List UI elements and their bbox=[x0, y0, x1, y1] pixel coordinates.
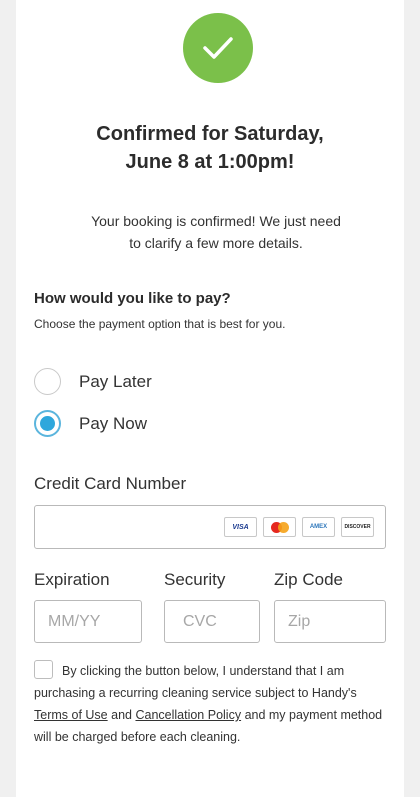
confirmation-message-line1: Your booking is confirmed! We just need bbox=[91, 213, 341, 229]
amex-icon: AMEX bbox=[302, 517, 335, 537]
checkmark-icon bbox=[203, 37, 233, 59]
terms-text-part1: By clicking the button below, I understa… bbox=[34, 664, 357, 700]
security-cvc-input[interactable] bbox=[164, 600, 260, 643]
terms-checkbox[interactable] bbox=[34, 660, 53, 679]
card-number-label: Credit Card Number bbox=[34, 474, 187, 493]
confirmation-title: Confirmed for Saturday, June 8 at 1:00pm… bbox=[16, 120, 404, 176]
pay-later-option[interactable]: Pay Later bbox=[34, 368, 152, 395]
payment-subheading: Choose the payment option that is best f… bbox=[34, 317, 286, 331]
mastercard-icon bbox=[263, 517, 296, 537]
confirmation-title-line2: June 8 at 1:00pm! bbox=[125, 151, 295, 173]
terms-agreement: By clicking the button below, I understa… bbox=[34, 660, 390, 748]
payment-heading: How would you like to pay? bbox=[34, 290, 231, 307]
visa-icon: VISA bbox=[224, 517, 257, 537]
card-brand-icons: VISA AMEX DISCOVER bbox=[224, 517, 374, 537]
discover-icon: DISCOVER bbox=[341, 517, 374, 537]
zip-code-label: Zip Code bbox=[274, 570, 343, 589]
confirmation-message-line2: to clarify a few more details. bbox=[129, 235, 303, 251]
expiration-label: Expiration bbox=[34, 570, 110, 589]
zip-code-input[interactable] bbox=[274, 600, 386, 643]
terms-of-use-link[interactable]: Terms of Use bbox=[34, 708, 108, 722]
pay-now-radio[interactable] bbox=[34, 410, 61, 437]
cancellation-policy-link[interactable]: Cancellation Policy bbox=[135, 708, 241, 722]
confirmation-title-line1: Confirmed for Saturday, bbox=[96, 123, 324, 145]
terms-and-text: and bbox=[111, 708, 132, 722]
confirmation-message: Your booking is confirmed! We just need … bbox=[46, 210, 386, 254]
expiration-input[interactable] bbox=[34, 600, 142, 643]
booking-confirmation-card: Confirmed for Saturday, June 8 at 1:00pm… bbox=[16, 0, 404, 797]
pay-later-label: Pay Later bbox=[79, 371, 152, 391]
confirmation-check-badge bbox=[183, 13, 253, 83]
security-label: Security bbox=[164, 570, 226, 589]
pay-later-radio[interactable] bbox=[34, 368, 61, 395]
card-number-wrapper: VISA AMEX DISCOVER bbox=[34, 505, 386, 549]
pay-now-label: Pay Now bbox=[79, 413, 148, 433]
pay-now-option[interactable]: Pay Now bbox=[34, 410, 147, 437]
